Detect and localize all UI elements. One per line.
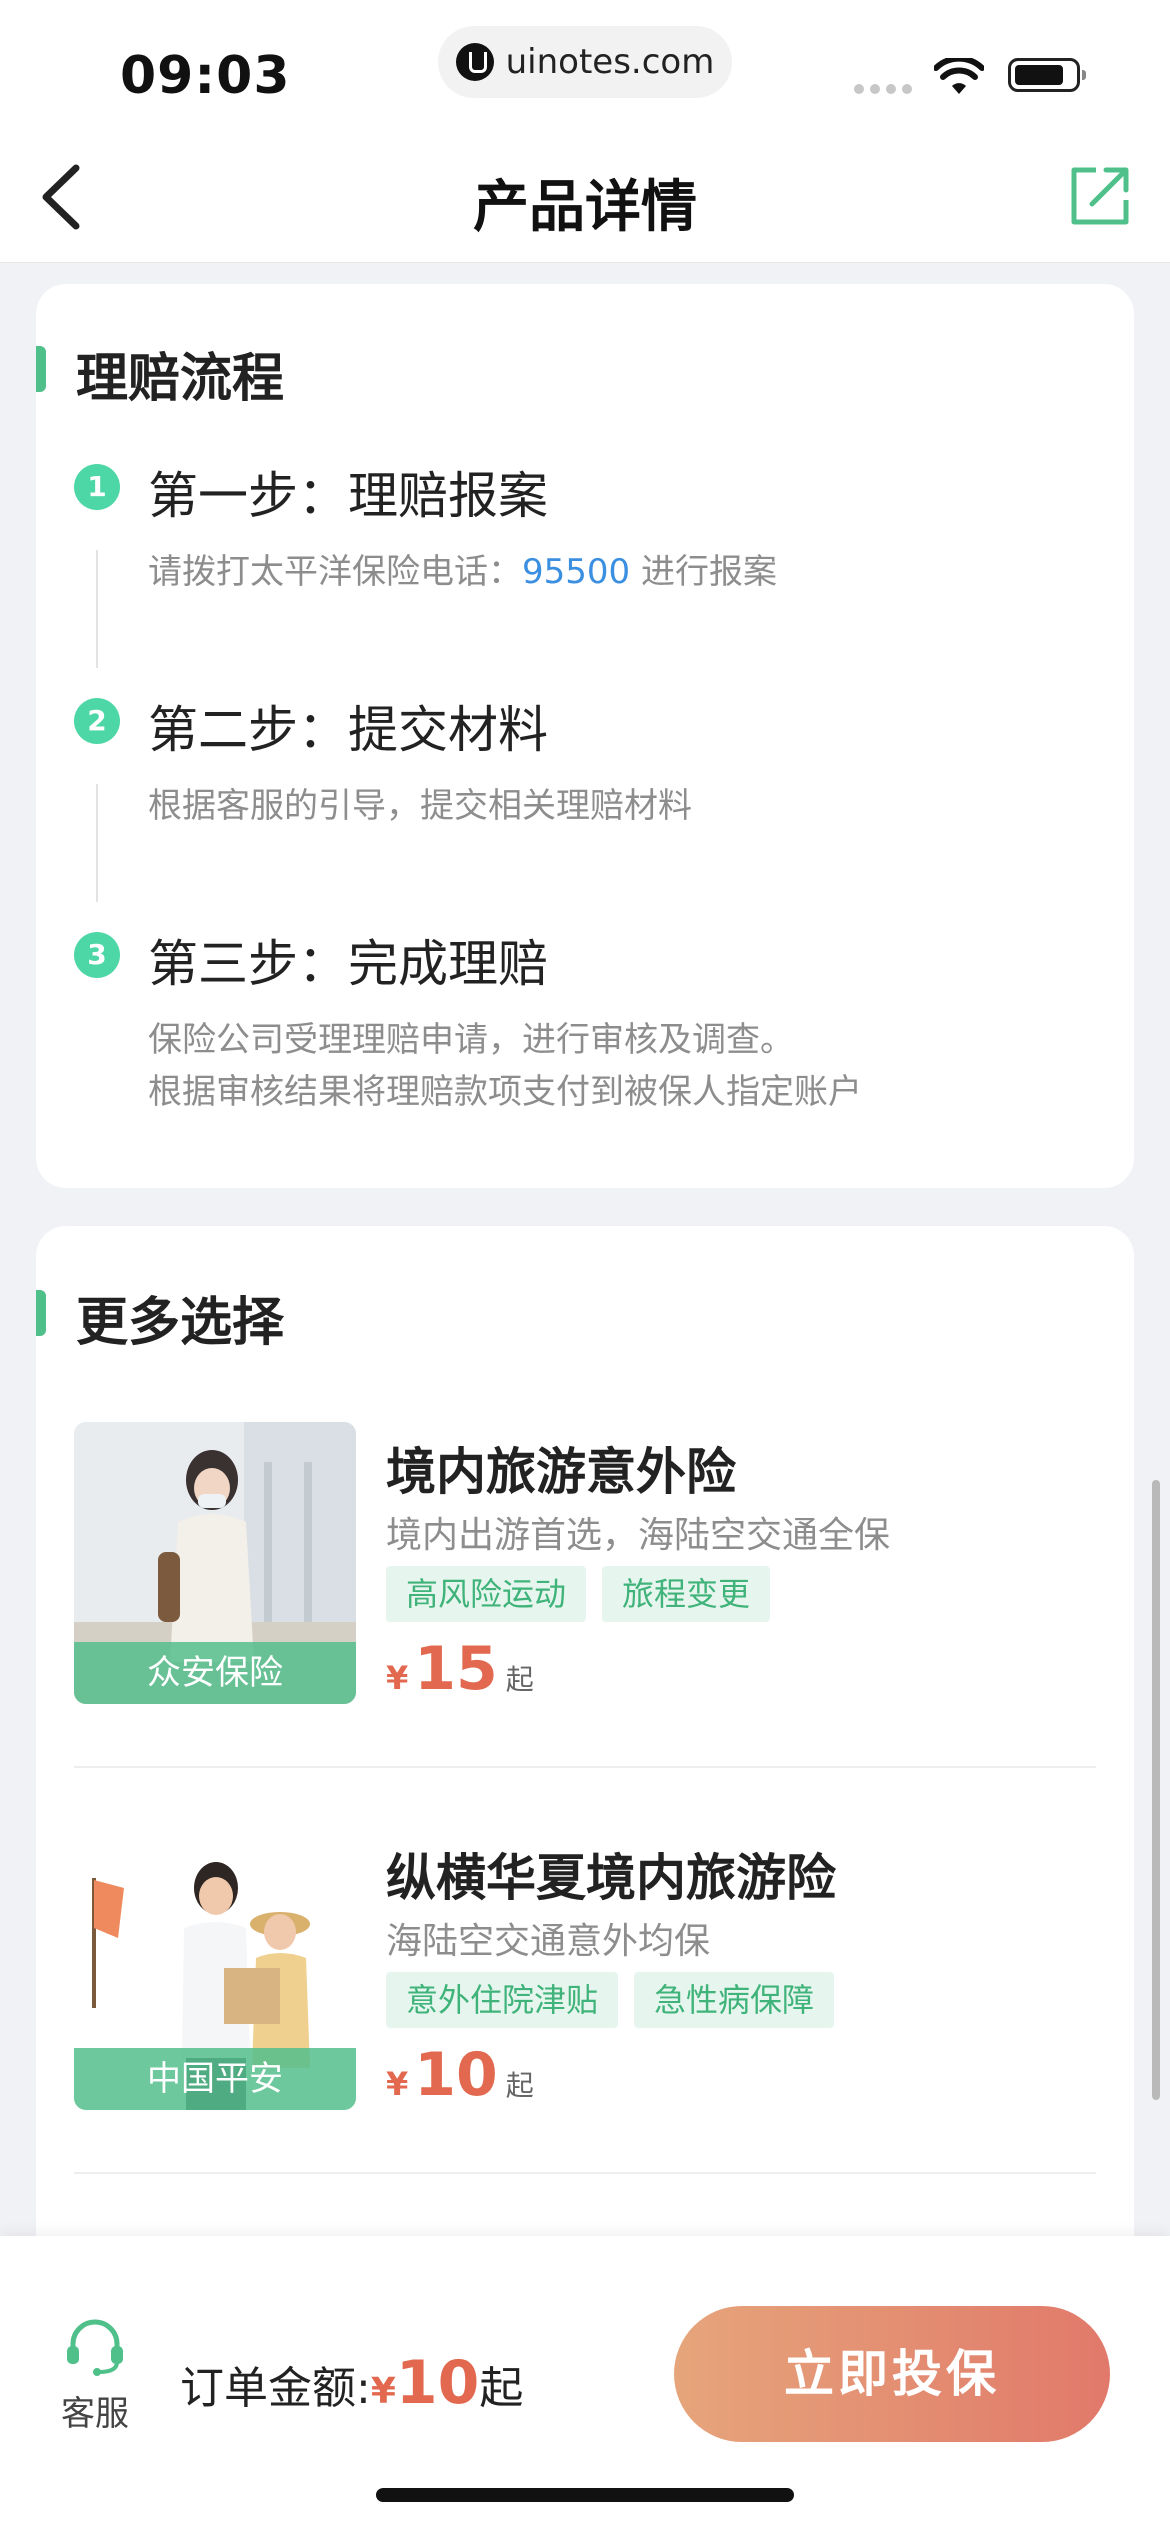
product-name: 纵横华夏境内旅游险	[386, 1849, 836, 1907]
price-currency: ¥	[386, 1659, 409, 1697]
customer-service-button[interactable]: 客服	[52, 2316, 138, 2435]
step-description: 根据客服的引导，提交相关理赔材料	[148, 786, 692, 826]
price-suffix: 起	[505, 2069, 534, 2102]
product-tags: 高风险运动 旅程变更	[386, 1566, 771, 1622]
home-indicator[interactable]	[376, 2488, 794, 2502]
product-image: 中国平安	[74, 1828, 356, 2110]
section-title: 理赔流程	[76, 349, 285, 409]
step-description: 保险公司受理理赔申请，进行审核及调查。 根据审核结果将理赔款项支付到被保人指定账…	[148, 1014, 862, 1118]
product-price: ¥10 起	[386, 2040, 534, 2110]
step-desc-line: 保险公司受理理赔申请，进行审核及调查。	[148, 1020, 794, 1060]
product-item[interactable]: 中国平安 纵横华夏境内旅游险 海陆空交通意外均保 意外住院津贴 急性病保障 ¥1…	[74, 1828, 1096, 2110]
step-connector	[96, 784, 98, 902]
order-amount-value: 10	[395, 2348, 480, 2418]
product-divider	[74, 1766, 1096, 1768]
buy-now-button[interactable]: 立即投保	[674, 2306, 1110, 2442]
status-time: 09:03	[120, 46, 291, 106]
wifi-icon	[934, 58, 984, 94]
headset-icon	[67, 2319, 123, 2376]
more-choices-card: 更多选择 众安保险 境内旅游意外险 境内出游首选，海陆空交通全保 高风险运动 旅…	[36, 1226, 1134, 2306]
price-suffix: 起	[505, 1663, 534, 1696]
cellular-signal-icon	[854, 84, 912, 94]
claims-process-card: 理赔流程 1 第一步：理赔报案 请拨打太平洋保险电话：95500 进行报案 2 …	[36, 284, 1134, 1188]
step-description: 请拨打太平洋保险电话：95500 进行报案	[148, 546, 777, 598]
product-name: 境内旅游意外险	[386, 1443, 736, 1501]
step-title: 第二步：提交材料	[148, 701, 548, 759]
product-description: 海陆空交通意外均保	[386, 1921, 711, 1962]
product-description: 境内出游首选，海陆空交通全保	[386, 1515, 891, 1556]
customer-service-label: 客服	[61, 2394, 129, 2434]
step-number-badge: 3	[74, 932, 120, 978]
product-tag: 意外住院津贴	[386, 1972, 619, 2028]
product-item[interactable]: 众安保险 境内旅游意外险 境内出游首选，海陆空交通全保 高风险运动 旅程变更 ¥…	[74, 1422, 1096, 1704]
url-pill[interactable]: uinotes.com	[438, 26, 732, 98]
product-brand-label: 中国平安	[74, 2048, 356, 2110]
product-image: 众安保险	[74, 1422, 356, 1704]
product-price: ¥15 起	[386, 1634, 534, 1704]
price-value: 15	[414, 1634, 498, 1704]
step-connector	[96, 550, 98, 668]
step-desc-text: 请拨打太平洋保险电话：	[148, 552, 522, 592]
page-title: 产品详情	[473, 175, 697, 240]
price-currency: ¥	[386, 2065, 409, 2103]
order-amount: 订单金额:¥10起	[180, 2348, 523, 2418]
step-number-badge: 2	[74, 698, 120, 744]
price-value: 10	[414, 2040, 498, 2110]
order-currency: ¥	[370, 2371, 396, 2412]
step-number-badge: 1	[74, 464, 120, 510]
site-logo-icon	[455, 43, 494, 81]
step-desc-text: 进行报案	[630, 552, 777, 592]
scrollbar[interactable]	[1152, 1480, 1160, 2100]
status-bar: 09:03 uinotes.com	[0, 0, 1170, 130]
order-amount-suffix: 起	[479, 2363, 524, 2414]
share-icon[interactable]	[1066, 162, 1134, 230]
nav-bar: 产品详情	[0, 130, 1170, 263]
hotline-link[interactable]: 95500	[522, 552, 630, 592]
battery-icon	[1008, 58, 1086, 92]
url-text: uinotes.com	[505, 42, 715, 82]
step-title: 第三步：完成理赔	[148, 935, 548, 993]
section-accent-bar	[36, 1290, 46, 1336]
product-tag: 旅程变更	[602, 1566, 771, 1622]
section-title: 更多选择	[76, 1293, 285, 1353]
product-tag: 急性病保障	[634, 1972, 835, 2028]
step-desc-line: 根据审核结果将理赔款项支付到被保人指定账户	[148, 1072, 862, 1112]
product-tag: 高风险运动	[386, 1566, 587, 1622]
section-accent-bar	[36, 346, 46, 392]
order-amount-label: 订单金额:	[180, 2363, 371, 2414]
product-brand-label: 众安保险	[74, 1642, 356, 1704]
step-title: 第一步：理赔报案	[148, 467, 548, 525]
product-tags: 意外住院津贴 急性病保障	[386, 1972, 835, 2028]
product-divider	[74, 2172, 1096, 2174]
